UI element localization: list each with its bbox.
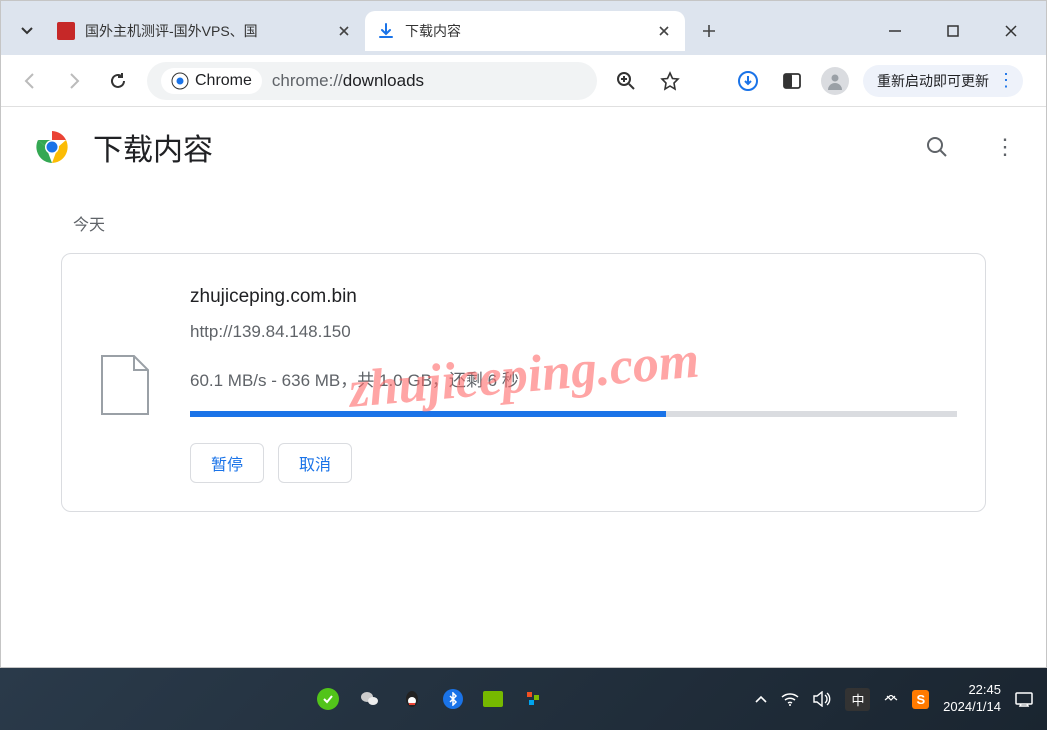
taskbar-tray xyxy=(0,688,741,710)
nav-back-button[interactable] xyxy=(15,66,45,96)
download-circle-icon xyxy=(737,70,759,92)
downloads-page: 下载内容 ⋮ 今天 zhujiceping.com.bin http:/ xyxy=(1,107,1046,667)
notifications-button[interactable] xyxy=(1015,691,1033,707)
tray-keyboard-icon[interactable] xyxy=(884,695,898,703)
url-text: chrome://downloads xyxy=(272,71,583,91)
system-clock[interactable]: 22:45 2024/1/14 xyxy=(943,682,1001,716)
tray-qq-icon[interactable] xyxy=(401,688,423,710)
restart-to-update-chip[interactable]: 重新启动即可更新 ⋮ xyxy=(863,65,1023,97)
minimize-icon xyxy=(888,24,902,38)
pause-button[interactable]: 暂停 xyxy=(190,443,264,483)
address-bar[interactable]: Chrome chrome://downloads xyxy=(147,62,597,100)
taskbar-system-area: 中 S 22:45 2024/1/14 xyxy=(741,682,1047,716)
side-panel-icon xyxy=(782,71,802,91)
download-info: zhujiceping.com.bin http://139.84.148.15… xyxy=(190,286,957,483)
tab-title: 国外主机测评-国外VPS、国 xyxy=(85,21,325,41)
tab-strip: 国外主机测评-国外VPS、国 下载内容 xyxy=(1,1,1046,55)
clock-time: 22:45 xyxy=(943,682,1001,699)
nav-forward-button[interactable] xyxy=(59,66,89,96)
ime-indicator[interactable]: 中 xyxy=(845,688,870,711)
back-icon xyxy=(20,71,40,91)
tray-wechat-icon[interactable] xyxy=(359,688,381,710)
down-caret-icon xyxy=(21,27,33,35)
tray-wifi-icon[interactable] xyxy=(781,692,799,706)
tray-nvidia-icon[interactable] xyxy=(483,691,503,707)
site-favicon-icon xyxy=(57,22,75,40)
zoom-icon xyxy=(616,71,636,91)
file-icon xyxy=(100,354,150,416)
tray-bluetooth-icon[interactable] xyxy=(443,689,463,709)
tab-title: 下载内容 xyxy=(405,21,645,41)
tab-close-button[interactable] xyxy=(655,22,673,40)
tray-volume-icon[interactable] xyxy=(813,691,831,707)
close-icon xyxy=(1004,24,1018,38)
download-actions: 暂停 取消 xyxy=(190,443,957,483)
file-source-url[interactable]: http://139.84.148.150 xyxy=(190,322,957,342)
tray-app-icon[interactable] xyxy=(523,688,545,710)
close-icon xyxy=(339,26,349,36)
tabs-dropdown-button[interactable] xyxy=(9,13,45,49)
download-status: 60.1 MB/s - 636 MB，共 1.0 GB，还剩 6 秒 xyxy=(190,366,957,391)
downloads-button[interactable] xyxy=(733,66,763,96)
downloads-list: 今天 zhujiceping.com.bin http://139.84.148… xyxy=(1,187,1046,512)
chrome-icon xyxy=(171,72,189,90)
browser-window: 国外主机测评-国外VPS、国 下载内容 xyxy=(0,0,1047,668)
search-button[interactable] xyxy=(924,134,950,160)
sogou-ime-icon[interactable]: S xyxy=(912,690,929,709)
zoom-button[interactable] xyxy=(611,66,641,96)
download-icon xyxy=(377,22,395,40)
chrome-logo-icon xyxy=(35,130,69,164)
clock-date: 2024/1/14 xyxy=(943,699,1001,716)
restart-label: 重新启动即可更新 xyxy=(877,71,989,91)
star-icon xyxy=(660,71,680,91)
date-group-label: 今天 xyxy=(73,211,986,235)
side-panel-button[interactable] xyxy=(777,66,807,96)
download-item: zhujiceping.com.bin http://139.84.148.15… xyxy=(61,253,986,512)
maximize-button[interactable] xyxy=(938,16,968,46)
minimize-button[interactable] xyxy=(880,16,910,46)
avatar-icon xyxy=(825,71,845,91)
chrome-badge: Chrome xyxy=(161,68,262,94)
page-title: 下载内容 xyxy=(93,125,900,169)
downloads-header: 下载内容 ⋮ xyxy=(1,107,1046,187)
more-vert-icon: ⋮ xyxy=(997,70,1015,91)
file-name: zhujiceping.com.bin xyxy=(190,286,957,308)
progress-fill xyxy=(190,411,666,417)
profile-avatar-button[interactable] xyxy=(821,67,849,95)
bookmark-button[interactable] xyxy=(655,66,685,96)
progress-bar xyxy=(190,411,957,417)
tab-downloads[interactable]: 下载内容 xyxy=(365,11,685,51)
forward-icon xyxy=(64,71,84,91)
window-controls xyxy=(880,16,1046,46)
tab-other-site[interactable]: 国外主机测评-国外VPS、国 xyxy=(45,11,365,51)
more-options-button[interactable]: ⋮ xyxy=(992,134,1018,160)
close-icon xyxy=(659,26,669,36)
search-icon xyxy=(926,136,948,158)
reload-button[interactable] xyxy=(103,66,133,96)
window-close-button[interactable] xyxy=(996,16,1026,46)
new-tab-button[interactable] xyxy=(695,17,723,45)
more-vert-icon: ⋮ xyxy=(994,134,1016,160)
maximize-icon xyxy=(947,25,959,37)
toolbar: Chrome chrome://downloads 重新启动即可更新 ⋮ xyxy=(1,55,1046,107)
windows-taskbar[interactable]: 中 S 22:45 2024/1/14 xyxy=(0,668,1047,730)
plus-icon xyxy=(702,24,716,38)
tray-shield-icon[interactable] xyxy=(317,688,339,710)
reload-icon xyxy=(108,71,128,91)
tab-close-button[interactable] xyxy=(335,22,353,40)
chrome-label: Chrome xyxy=(195,72,252,90)
tray-chevron-up-icon[interactable] xyxy=(755,695,767,703)
file-icon-wrap xyxy=(90,286,160,483)
cancel-button[interactable]: 取消 xyxy=(278,443,352,483)
